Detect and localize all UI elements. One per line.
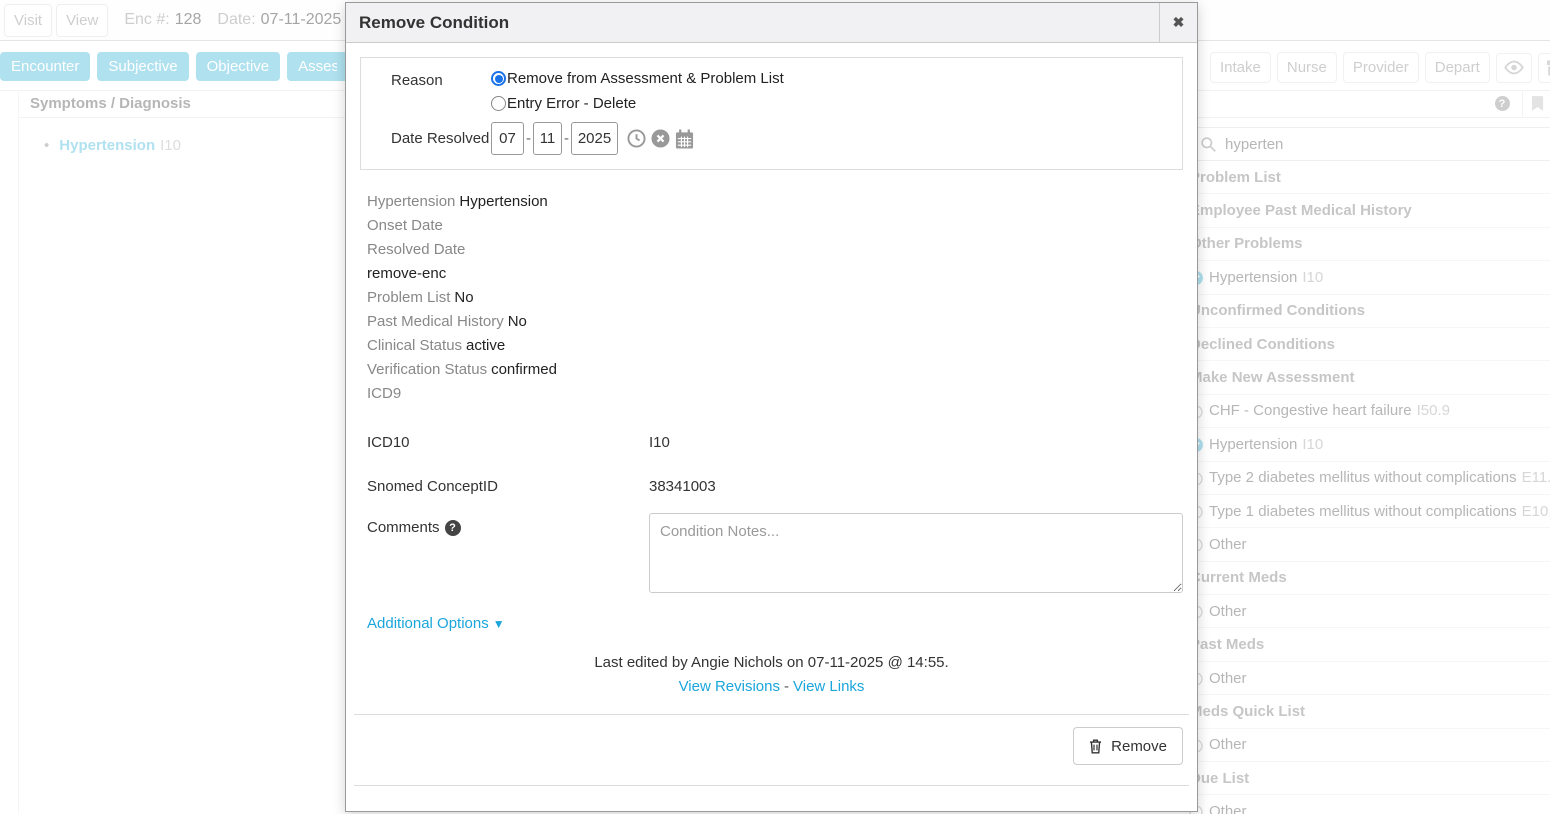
revision-links: View Revisions-View Links [346, 678, 1197, 695]
comments-help-icon[interactable]: ? [445, 520, 461, 536]
radio-unselected-icon[interactable] [491, 96, 506, 111]
radio-label: Entry Error - Delete [507, 95, 636, 112]
additional-options-toggle[interactable]: Additional Options ▼ [367, 615, 505, 632]
detail-value: active [466, 337, 505, 354]
detail-value: No [454, 289, 473, 306]
date-separator: - [526, 130, 531, 147]
radio-label: Remove from Assessment & Problem List [507, 70, 784, 87]
modal-header: Remove Condition ✖ [346, 3, 1197, 43]
detail-value: remove-enc [367, 265, 446, 282]
chevron-down-icon: ▼ [493, 617, 505, 631]
calendar-picker-icon[interactable] [675, 129, 694, 149]
condition-details: HypertensionHypertension Onset Date Reso… [367, 190, 1197, 406]
reason-section: Reason Remove from Assessment & Problem … [360, 57, 1183, 170]
detail-value: Hypertension [459, 193, 547, 210]
last-edited-text: Last edited by Angie Nichols on 07-11-20… [346, 654, 1197, 671]
date-month-input[interactable] [491, 122, 524, 155]
clear-date-icon[interactable] [651, 129, 670, 148]
detail-label: Past Medical History [367, 313, 504, 330]
detail-label: Onset Date [367, 217, 443, 234]
icd10-row: ICD10 I10 [367, 434, 1197, 451]
reason-radio-group: Remove from Assessment & Problem List En… [491, 70, 784, 112]
detail-label: Resolved Date [367, 241, 465, 258]
radio-entry-error-delete[interactable]: Entry Error - Delete [491, 95, 784, 112]
comments-row: Comments ? [367, 513, 1197, 593]
clock-icon[interactable] [627, 129, 646, 148]
detail-label: Hypertension [367, 193, 455, 210]
remove-button[interactable]: Remove [1073, 727, 1183, 765]
comments-textarea[interactable] [649, 513, 1183, 593]
date-resolved-label: Date Resolved [391, 130, 491, 147]
modal-title: Remove Condition [359, 13, 1159, 33]
snomed-label: Snomed ConceptID [367, 478, 649, 495]
icd10-value: I10 [649, 434, 670, 451]
detail-value: No [508, 313, 527, 330]
footer-divider-bottom [354, 785, 1189, 786]
view-revisions-link[interactable]: View Revisions [679, 678, 780, 695]
date-day-input[interactable] [533, 122, 562, 155]
detail-label: ICD9 [367, 385, 401, 402]
remove-button-label: Remove [1111, 738, 1167, 755]
detail-label: Clinical Status [367, 337, 462, 354]
detail-value: confirmed [491, 361, 557, 378]
comments-label: Comments [367, 519, 440, 536]
radio-remove-from-assessment[interactable]: Remove from Assessment & Problem List [491, 70, 784, 87]
icd10-label: ICD10 [367, 434, 649, 451]
view-links-link[interactable]: View Links [793, 678, 864, 695]
modal-footer: Remove [346, 715, 1197, 785]
snomed-row: Snomed ConceptID 38341003 [367, 478, 1197, 495]
close-icon[interactable]: ✖ [1159, 3, 1197, 43]
detail-label: Verification Status [367, 361, 487, 378]
link-separator: - [784, 678, 789, 695]
reason-label: Reason [391, 70, 491, 112]
additional-options-label: Additional Options [367, 615, 489, 632]
snomed-value: 38341003 [649, 478, 716, 495]
date-separator: - [564, 130, 569, 147]
date-year-input[interactable] [571, 122, 618, 155]
radio-selected-icon[interactable] [491, 71, 506, 86]
trash-icon [1089, 739, 1102, 754]
remove-condition-modal: Remove Condition ✖ Reason Remove from As… [345, 2, 1198, 812]
detail-label: Problem List [367, 289, 450, 306]
